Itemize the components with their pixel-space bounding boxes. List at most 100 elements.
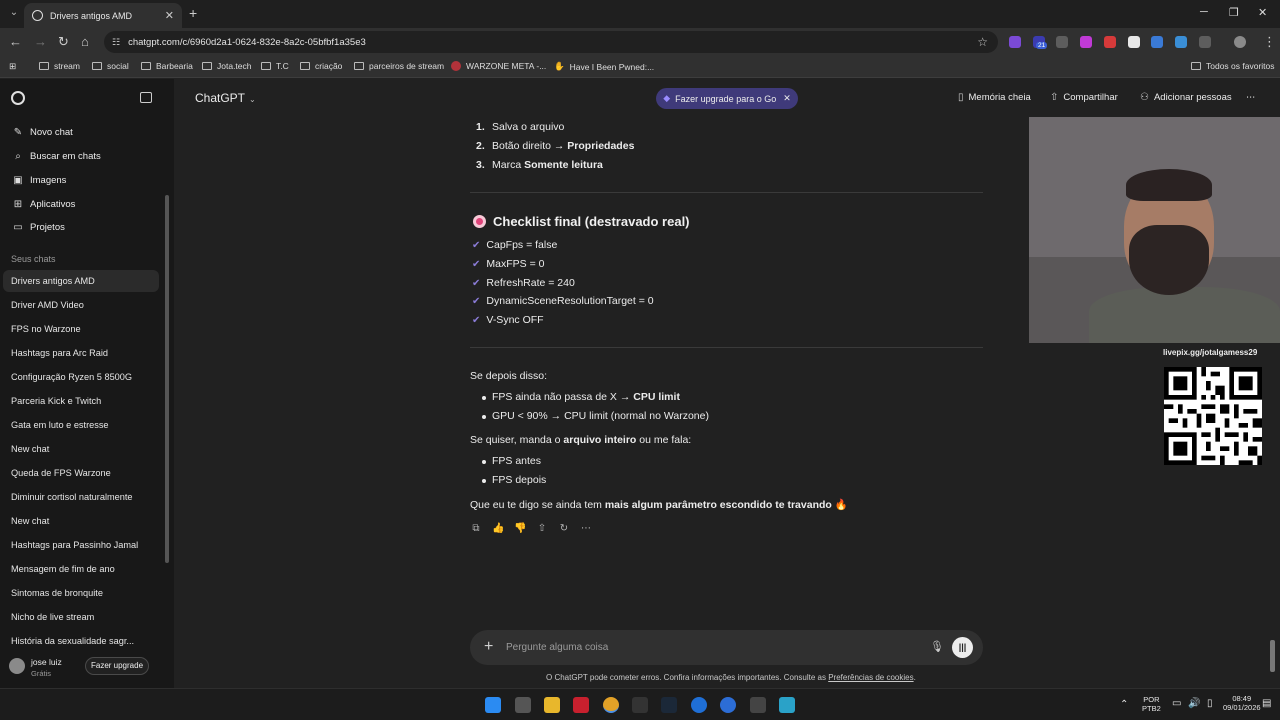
new-chat-button[interactable]: ✎ Novo chat [12, 127, 73, 138]
upgrade-button[interactable]: Fazer upgrade [85, 657, 149, 675]
user-menu[interactable]: jose luiz Grátis Fazer upgrade [0, 649, 174, 687]
chat-item[interactable]: Sintomas de bronquite [3, 582, 159, 604]
message-composer[interactable]: + Pergunte alguma coisa 🎙 ||| [470, 630, 983, 665]
chrome-icon[interactable] [603, 697, 619, 713]
microphone-icon[interactable]: 🎙 [930, 640, 944, 653]
chat-item[interactable]: Parceria Kick e Twitch [3, 390, 159, 412]
extension-icon[interactable] [1009, 36, 1021, 48]
app-icon[interactable] [573, 697, 589, 713]
bookmark-folder[interactable]: social [92, 61, 129, 71]
chat-item[interactable]: Configuração Ryzen 5 8500G [3, 366, 159, 388]
task-view-icon[interactable] [515, 697, 531, 713]
more-options-icon[interactable]: ⋯ [1246, 92, 1256, 103]
notifications-icon[interactable]: ▤ [1262, 698, 1271, 709]
tab-search-icon[interactable]: ⌄ [6, 5, 22, 21]
add-people-button[interactable]: ⚇ Adicionar pessoas [1140, 92, 1232, 103]
more-icon[interactable]: ⋯ [580, 523, 592, 534]
battery-icon[interactable]: ▯ [1207, 698, 1213, 709]
share-icon[interactable]: ⇧ [536, 523, 548, 534]
eyedropper-icon[interactable] [1056, 36, 1068, 48]
battle-net-icon[interactable] [691, 697, 707, 713]
close-icon[interactable]: ✕ [783, 93, 791, 104]
download-icon[interactable] [1175, 36, 1187, 48]
step-text: Marca Somente leitura [492, 159, 603, 171]
new-tab-icon[interactable]: + [189, 6, 197, 20]
address-bar[interactable]: ☷ chatgpt.com/c/6960d2a1-0624-832e-8a2c-… [104, 31, 998, 53]
chat-item[interactable]: Gata em luto e estresse [3, 414, 159, 436]
bookmark-folder[interactable]: Jota.tech [202, 61, 252, 71]
bookmark-star-icon[interactable]: ☆ [977, 35, 988, 49]
volume-icon[interactable]: 🔊 [1188, 698, 1200, 709]
bookmark-folder[interactable]: parceiros de stream [354, 61, 444, 71]
minimize-icon[interactable]: ─ [1200, 6, 1208, 18]
close-sidebar-icon[interactable] [140, 92, 152, 103]
cookie-preferences-link[interactable]: Preferências de cookies [828, 673, 913, 682]
home-icon[interactable]: ⌂ [81, 34, 89, 50]
chat-item[interactable]: Hashtags para Passinho Jamal [3, 534, 159, 556]
memory-full-button[interactable]: ▯ Memória cheia [958, 92, 1031, 103]
restore-icon[interactable]: ❐ [1229, 6, 1239, 19]
chat-item[interactable]: Nicho de live stream [3, 606, 159, 628]
bookmark-folder[interactable]: T.C [261, 61, 289, 71]
reload-icon[interactable]: ↻ [58, 34, 69, 50]
search-app-icon[interactable] [720, 697, 736, 713]
paragraph: Que eu te digo se ainda tem mais algum p… [470, 499, 848, 511]
back-icon[interactable]: ← [9, 34, 22, 50]
tray-overflow-icon[interactable]: ⌃ [1120, 699, 1128, 710]
model-selector[interactable]: ChatGPT ⌄ [195, 91, 256, 105]
upgrade-go-pill[interactable]: ◆ Fazer upgrade para o Go ✕ [656, 88, 798, 109]
apps-button[interactable]: ⊞ Aplicativos [12, 199, 76, 210]
profile-avatar-icon[interactable] [1234, 36, 1246, 48]
all-bookmarks[interactable]: Todos os favoritos [1191, 61, 1275, 71]
bookmark-folder[interactable]: criação [300, 61, 342, 71]
share-button[interactable]: ⇧ Compartilhar [1050, 92, 1118, 103]
chat-item[interactable]: New chat [3, 438, 159, 460]
browser-menu-icon[interactable]: ⋮ [1263, 34, 1276, 50]
language-indicator[interactable]: POR PTB2 [1142, 695, 1161, 713]
folder-icon [1191, 62, 1201, 70]
epic-games-icon[interactable] [632, 697, 648, 713]
site-info-icon[interactable]: ☷ [112, 37, 120, 48]
extension-icon[interactable] [1104, 36, 1116, 48]
regenerate-icon[interactable]: ↻ [558, 523, 570, 534]
bookmark-folder[interactable]: stream [39, 61, 80, 71]
clock[interactable]: 08:49 09/01/2026 [1223, 694, 1261, 712]
copy-icon[interactable]: ⧉ [470, 523, 482, 534]
thumbs-down-icon[interactable]: 👎 [514, 523, 526, 534]
network-icon[interactable]: ▭ [1172, 698, 1181, 709]
forward-icon[interactable]: → [34, 34, 47, 50]
bookmark-folder[interactable]: Barbearia [141, 61, 193, 71]
add-attachment-icon[interactable]: + [484, 638, 493, 656]
close-window-icon[interactable]: ✕ [1258, 6, 1267, 19]
thumbs-up-icon[interactable]: 👍 [492, 523, 504, 534]
extension-icon[interactable] [1080, 36, 1092, 48]
projects-button[interactable]: ▭ Projetos [12, 222, 65, 233]
extensions-puzzle-icon[interactable] [1199, 36, 1211, 48]
tab-close-icon[interactable]: ✕ [165, 9, 174, 22]
bookmark-link[interactable]: ✋ Have I Been Pwned:... [554, 61, 654, 72]
app-icon[interactable] [750, 697, 766, 713]
apps-grid-icon[interactable]: ⊞ [9, 61, 16, 72]
notepad-icon[interactable] [779, 697, 795, 713]
translate-icon[interactable] [1151, 36, 1163, 48]
chat-item[interactable]: FPS no Warzone [3, 318, 159, 340]
images-button[interactable]: ▣ Imagens [12, 175, 66, 186]
extension-icon[interactable] [1128, 36, 1140, 48]
steam-icon[interactable] [661, 697, 677, 713]
chat-item[interactable]: Driver AMD Video [3, 294, 159, 316]
bookmark-link[interactable]: WARZONE META -... [451, 61, 546, 71]
browser-tab[interactable]: Drivers antigos AMD ✕ [24, 3, 182, 28]
voice-mode-icon[interactable]: ||| [952, 637, 973, 658]
file-explorer-icon[interactable] [544, 697, 560, 713]
main-scrollbar[interactable] [1270, 640, 1275, 672]
chat-item[interactable]: Hashtags para Arc Raid [3, 342, 159, 364]
chat-item[interactable]: Drivers antigos AMD [3, 270, 159, 292]
chat-item[interactable]: Diminuir cortisol naturalmente [3, 486, 159, 508]
chat-item[interactable]: Queda de FPS Warzone [3, 462, 159, 484]
openai-logo-icon[interactable] [11, 91, 25, 105]
search-chats-button[interactable]: ⌕ Buscar em chats [12, 151, 101, 162]
sidebar-scrollbar[interactable] [165, 195, 169, 563]
chat-item[interactable]: New chat [3, 510, 159, 532]
chat-item[interactable]: Mensagem de fim de ano [3, 558, 159, 580]
windows-start-icon[interactable] [485, 697, 501, 713]
